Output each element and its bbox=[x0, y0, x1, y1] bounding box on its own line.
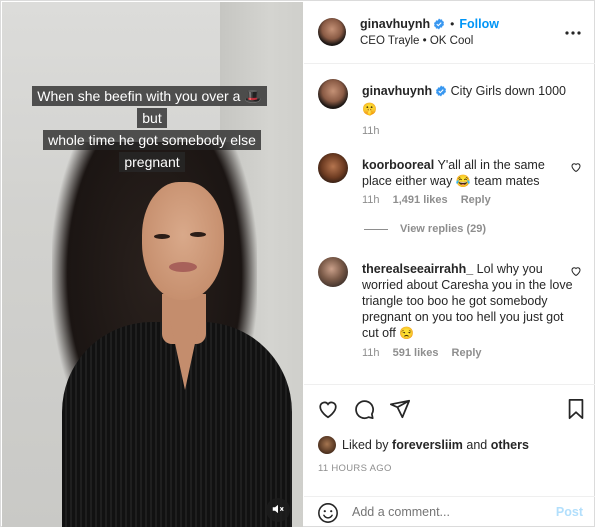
comment-time: 11h bbox=[362, 125, 380, 137]
liked-by-avatar[interactable] bbox=[318, 436, 336, 454]
comment-text-tail: team mates bbox=[474, 174, 540, 188]
verified-badge-icon bbox=[435, 85, 447, 101]
comment-input[interactable] bbox=[352, 505, 532, 519]
subject-lips bbox=[169, 262, 197, 272]
post-header: ginavhuynh • Follow CEO Trayle • OK Cool bbox=[304, 2, 595, 64]
like-comment-button[interactable] bbox=[570, 265, 582, 280]
post-actions: Liked by foreversliim and others 11 HOUR… bbox=[304, 384, 595, 496]
view-replies-label: View replies (29) bbox=[400, 223, 487, 235]
like-button[interactable] bbox=[317, 398, 339, 423]
comment-username[interactable]: ginavhuynh bbox=[362, 84, 432, 98]
comment-body: koorbooreal Y'all all in the same place … bbox=[362, 157, 577, 189]
subject-eye-left bbox=[154, 234, 170, 239]
verified-badge-icon bbox=[433, 18, 445, 33]
comment-body: therealseeairrahh_ Lol why you worried a… bbox=[362, 261, 577, 341]
comment-meta: 11h 591 likes Reply bbox=[362, 347, 492, 359]
emoji-picker-button[interactable] bbox=[317, 502, 339, 527]
liked-user-link[interactable]: foreversliim bbox=[392, 438, 463, 452]
add-comment-bar: Post bbox=[304, 496, 595, 527]
comment-time: 11h bbox=[362, 194, 380, 206]
comment-bubble-icon bbox=[353, 400, 375, 423]
liked-by-text: Liked by foreversliim and others bbox=[342, 438, 529, 452]
heart-outline-icon bbox=[570, 162, 582, 176]
replies-rule bbox=[364, 228, 388, 230]
comment-text: City Girls down 1000 bbox=[450, 84, 566, 98]
laughing-emoji: 😂 bbox=[455, 174, 471, 188]
header-subtitle: CEO Trayle • OK Cool bbox=[360, 35, 474, 47]
more-horizontal-icon bbox=[565, 24, 581, 38]
speaker-muted-icon bbox=[271, 502, 285, 519]
caption-line-1: When she beefin with you over a 🎩 but bbox=[32, 86, 267, 128]
unamused-face-emoji: 😒 bbox=[399, 326, 415, 340]
share-button[interactable] bbox=[389, 398, 411, 423]
subject-eye-right bbox=[190, 232, 206, 237]
caption-line-2: whole time he got somebody else pregnant bbox=[43, 130, 261, 172]
comment-body: ginavhuynh City Girls down 1000 🤫 bbox=[362, 83, 577, 117]
post-video[interactable]: When she beefin with you over a 🎩 but wh… bbox=[2, 2, 303, 527]
heart-outline-icon bbox=[570, 266, 582, 280]
subject-face bbox=[142, 182, 224, 300]
comment-meta: 11h 1,491 likes Reply bbox=[362, 194, 501, 206]
comments-list[interactable]: ginavhuynh City Girls down 1000 🤫 11h ko… bbox=[304, 65, 595, 383]
header-user-row: ginavhuynh • Follow bbox=[360, 17, 499, 33]
heart-icon bbox=[317, 401, 339, 423]
paper-plane-icon bbox=[389, 399, 411, 423]
comment-button[interactable] bbox=[353, 398, 375, 423]
comment-username[interactable]: therealseeairrahh_ bbox=[362, 262, 473, 276]
avatar[interactable] bbox=[318, 257, 348, 287]
instagram-post: When she beefin with you over a 🎩 but wh… bbox=[0, 0, 595, 527]
liked-and: and bbox=[466, 438, 488, 452]
post-timestamp[interactable]: 11 HOURS AGO bbox=[318, 463, 392, 474]
post-comment-button[interactable]: Post bbox=[556, 505, 583, 519]
mute-button[interactable] bbox=[266, 498, 290, 522]
avatar[interactable] bbox=[318, 79, 348, 109]
view-replies-button[interactable]: View replies (29) bbox=[364, 223, 486, 235]
save-button[interactable] bbox=[566, 398, 586, 423]
comment-likes[interactable]: 591 likes bbox=[393, 347, 439, 359]
comment-time: 11h bbox=[362, 347, 380, 359]
subject-top bbox=[62, 322, 292, 527]
comment-username[interactable]: koorbooreal bbox=[362, 158, 434, 172]
liked-prefix: Liked by bbox=[342, 438, 389, 452]
liked-others-link[interactable]: others bbox=[491, 438, 529, 452]
username[interactable]: ginavhuynh bbox=[360, 17, 430, 31]
reply-button[interactable]: Reply bbox=[461, 194, 491, 206]
follow-button[interactable]: Follow bbox=[459, 17, 499, 31]
like-comment-button[interactable] bbox=[570, 161, 582, 176]
video-caption: When she beefin with you over a 🎩 but wh… bbox=[18, 82, 286, 178]
comment-meta: 11h bbox=[362, 125, 390, 137]
post-sidebar: ginavhuynh • Follow CEO Trayle • OK Cool … bbox=[304, 2, 595, 527]
shushing-face-emoji: 🤫 bbox=[362, 102, 377, 116]
caption-comment: ginavhuynh City Girls down 1000 🤫 11h bbox=[318, 77, 582, 137]
smiley-icon bbox=[317, 503, 339, 527]
separator-dot: • bbox=[450, 17, 455, 31]
avatar[interactable] bbox=[318, 153, 348, 183]
bookmark-icon bbox=[566, 398, 586, 423]
reply-button[interactable]: Reply bbox=[452, 347, 482, 359]
avatar[interactable] bbox=[318, 18, 346, 46]
comment-item: therealseeairrahh_ Lol why you worried a… bbox=[318, 255, 582, 375]
more-options-button[interactable] bbox=[565, 24, 581, 38]
comment-likes[interactable]: 1,491 likes bbox=[393, 194, 448, 206]
